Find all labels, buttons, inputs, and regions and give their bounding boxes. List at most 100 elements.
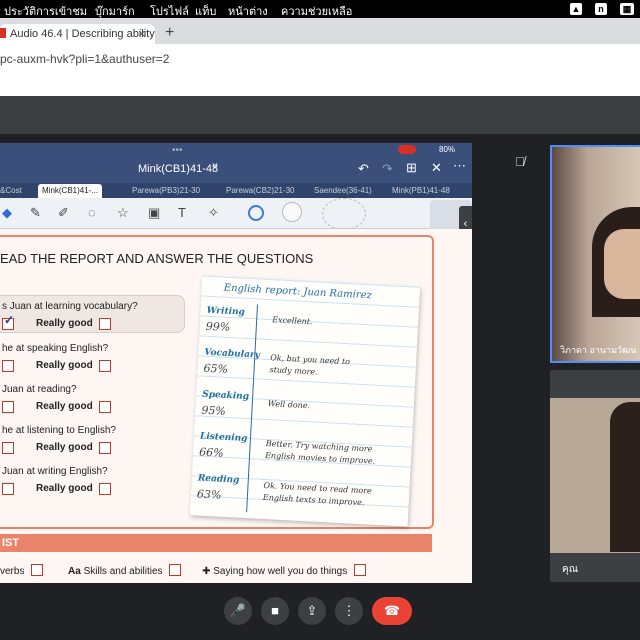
meet-header — [0, 96, 640, 134]
report-score: 63% — [196, 487, 222, 502]
undo-icon[interactable]: ↶ — [358, 161, 369, 177]
report-skill: Listening — [199, 431, 248, 445]
highlighter-icon[interactable]: ✐ — [58, 205, 69, 221]
question-text: he at speaking English? — [2, 343, 109, 354]
report-comment: study more. — [269, 365, 318, 377]
mic-icon[interactable]: 🎤 — [224, 597, 252, 625]
doc-tab-active[interactable]: Mink(CB1)41-... — [38, 184, 103, 198]
participant-tile[interactable]: วิภาดา อานามวัฒน — [550, 145, 640, 363]
redo-icon[interactable]: ↷ — [382, 161, 393, 177]
question-text: Juan at writing English? — [2, 466, 108, 477]
camera-icon[interactable]: ■ — [261, 597, 289, 625]
option-label: Really good — [36, 483, 93, 494]
report-comment: Excellent. — [271, 315, 313, 327]
add-page-icon[interactable]: ⊞ — [406, 160, 417, 176]
checkmark-icon: ✓ — [4, 313, 15, 327]
mic-off-icon: 🎙̸ — [515, 154, 525, 169]
report-skill: Speaking — [201, 389, 250, 403]
goodnotes-tabs: &Cost Mink(CB1)41-... Parewa(PB3)21-30 P… — [0, 183, 472, 198]
report-comment: Well done. — [267, 399, 311, 411]
option-label: Really good — [36, 442, 93, 453]
report-skill: Vocabulary — [204, 347, 261, 361]
checkbox[interactable] — [169, 564, 182, 576]
doc-tab[interactable]: Mink(PB1)41-48 — [392, 184, 450, 198]
checkbox[interactable] — [99, 442, 111, 454]
goodnotes-toolbar: ◆ ✎ ✐ ◌ ☆ ▣ T ✧ — [0, 198, 472, 238]
bookmarks-bar — [0, 74, 640, 97]
option-label: Really good — [36, 401, 93, 412]
checkbox[interactable] — [2, 360, 14, 372]
menu-extra-icon[interactable]: ▦ — [620, 3, 634, 15]
color-swatch-white[interactable] — [282, 202, 302, 222]
checklist-title: IST — [2, 537, 20, 549]
eraser-icon[interactable]: ◆ — [2, 205, 12, 221]
a-icon[interactable]: ▲ — [570, 3, 582, 15]
report-score: 66% — [198, 445, 224, 460]
present-screen-icon[interactable]: ⇪ — [298, 597, 326, 625]
checklist-row: verbs Aa Skills and abilities ✚ Saying h… — [0, 562, 367, 577]
doc-tab[interactable]: Saendee(36-41) — [314, 184, 372, 198]
report-divider — [246, 304, 258, 513]
option-label: Really good — [36, 360, 93, 371]
leave-call-icon[interactable]: ☎ — [372, 597, 412, 625]
option-label: Really good — [36, 318, 93, 329]
meet-controls: 🎤 ■ ⇪ ⋮ ☎ — [0, 585, 640, 640]
text-tool-icon[interactable]: T — [178, 205, 186, 220]
english-report-card: English report: Juan Ramirez Writing 99%… — [189, 275, 421, 527]
report-comment: Ok, but you need to — [269, 353, 351, 367]
new-tab-button[interactable]: + — [165, 24, 174, 42]
n-icon[interactable]: n — [595, 3, 607, 15]
chevron-down-icon[interactable]: ˅ — [212, 161, 218, 172]
question-text: s Juan at learning vocabulary? — [2, 301, 138, 312]
tab-favicon-icon — [0, 28, 6, 38]
puzzle-icon: ✚ — [202, 566, 211, 577]
more-icon[interactable]: ⋯ — [453, 158, 466, 174]
checkbox[interactable] — [99, 318, 111, 330]
shared-screen: ••• 80% Mink(CB1)41-48 ˅ ↶ ↷ ⊞ ✕ ⋯ &Cost… — [0, 143, 472, 583]
worksheet-page: EAD THE REPORT AND ANSWER THE QUESTIONS … — [0, 229, 472, 583]
checkbox[interactable] — [354, 564, 367, 576]
question-text: Juan at reading? — [2, 384, 77, 395]
close-icon[interactable]: ✕ — [431, 160, 442, 176]
drag-handle-icon[interactable]: ••• — [172, 145, 183, 156]
report-score: 95% — [201, 403, 227, 418]
browser-tab[interactable]: Audio 46.4 | Describing ability × — [0, 24, 155, 44]
stroke-size-selector[interactable] — [322, 198, 366, 230]
checkbox[interactable] — [99, 360, 111, 372]
doc-tab[interactable]: Parewa(CB2)21-30 — [226, 184, 294, 198]
checkbox[interactable] — [2, 401, 14, 413]
doc-tab[interactable]: Parewa(PB3)21-30 — [132, 184, 200, 198]
document-title[interactable]: Mink(CB1)41-48 — [138, 163, 218, 175]
checkbox[interactable] — [2, 442, 14, 454]
mac-menubar: ประวัติการเข้าชม บุ๊กมาร์ก โปรไฟล์ แท็บ … — [0, 0, 640, 18]
doc-tab[interactable]: &Cost — [0, 184, 22, 198]
image-icon[interactable]: ▣ — [148, 205, 160, 221]
tab-title: Audio 46.4 | Describing ability — [10, 28, 155, 40]
participant-name: วิภาดา อานามวัฒน — [560, 345, 637, 355]
tab-close-icon[interactable]: × — [138, 26, 146, 41]
checkbox[interactable] — [99, 483, 111, 495]
shapes-icon[interactable]: ☆ — [117, 205, 129, 221]
checkbox[interactable] — [2, 483, 14, 495]
goodnotes-topbar: ••• 80% Mink(CB1)41-48 ˅ ↶ ↷ ⊞ ✕ ⋯ — [0, 143, 472, 185]
more-options-icon[interactable]: ⋮ — [335, 597, 363, 625]
report-score: 65% — [203, 361, 229, 376]
checklist-header: IST — [0, 534, 432, 552]
question-text: he at listening to English? — [2, 425, 116, 436]
section-title: EAD THE REPORT AND ANSWER THE QUESTIONS — [0, 251, 314, 266]
address-bar[interactable]: pc-auxm-hvk?pli=1&authuser=2 — [0, 44, 640, 75]
participant-name: คุณ — [562, 564, 578, 575]
checklist-item: verbs — [0, 566, 25, 577]
self-video — [610, 402, 640, 552]
report-title: English report: Juan Ramirez — [223, 282, 373, 302]
participant-tile-self[interactable]: คุณ — [550, 370, 640, 582]
checkbox[interactable] — [99, 401, 111, 413]
lasso-icon[interactable]: ◌ — [88, 205, 96, 220]
pen-icon[interactable]: ✎ — [30, 205, 41, 221]
color-swatch-blue[interactable] — [248, 205, 264, 221]
browser-tab-strip: Audio 46.4 | Describing ability × + — [0, 18, 640, 44]
participant-video — [604, 229, 640, 299]
report-skill: Writing — [206, 305, 246, 318]
checkbox[interactable] — [31, 564, 44, 576]
laser-pointer-icon[interactable]: ✧ — [208, 205, 219, 221]
